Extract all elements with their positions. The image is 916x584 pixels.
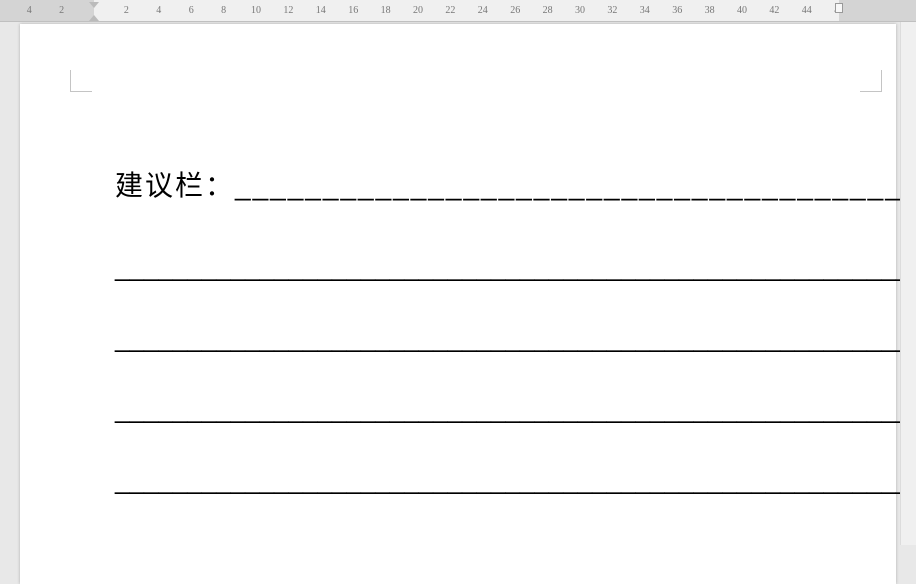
right-margin-marker[interactable] (835, 3, 843, 13)
ruler-tick: 8 (216, 0, 232, 21)
ruler-tick: 22 (442, 0, 458, 21)
ruler-tick: 32 (604, 0, 620, 21)
blank-line[interactable]: ________________________________________… (115, 252, 791, 283)
blank-line[interactable]: ________________________________________… (115, 465, 791, 496)
ruler-tick: 4 (151, 0, 167, 21)
ruler-right-margin (839, 0, 916, 21)
ruler-tick: 28 (540, 0, 556, 21)
ruler-left-margin (0, 0, 94, 21)
horizontal-ruler[interactable]: 4224681012141618202224262830323436384042… (0, 0, 916, 22)
first-line-indent-marker[interactable] (89, 2, 99, 8)
margin-corner-top-left (70, 70, 92, 92)
heading-line[interactable]: 建议栏：____________________________________… (115, 164, 791, 204)
ruler-tick: 42 (766, 0, 782, 21)
ruler-tick: 34 (637, 0, 653, 21)
hanging-indent-marker[interactable] (89, 15, 99, 21)
ruler-tick: 16 (345, 0, 361, 21)
blank-line[interactable]: ________________________________________… (115, 394, 791, 425)
vertical-scrollbar[interactable] (900, 22, 916, 545)
ruler-tick: 4 (21, 0, 37, 21)
ruler-tick: 10 (248, 0, 264, 21)
ruler-tick: 40 (734, 0, 750, 21)
margin-corner-top-right (860, 70, 882, 92)
heading-underline: ________________________________________… (235, 170, 916, 201)
ruler-tick: 2 (54, 0, 70, 21)
ruler-tick: 36 (669, 0, 685, 21)
document-body[interactable]: 建议栏： ____________________________________… (115, 164, 791, 496)
ruler-tick: 18 (378, 0, 394, 21)
ruler-tick: 6 (183, 0, 199, 21)
ruler-tick: 44 (799, 0, 815, 21)
blank-line[interactable]: ________________________________________… (115, 323, 791, 354)
ruler-tick: 38 (702, 0, 718, 21)
document-page[interactable]: 建议栏： ____________________________________… (20, 24, 896, 584)
ruler-tick: 30 (572, 0, 588, 21)
ruler-tick: 12 (280, 0, 296, 21)
ruler-tick: 2 (118, 0, 134, 21)
ruler-tick: 20 (410, 0, 426, 21)
heading-label: 建议栏： (115, 170, 235, 201)
ruler-tick: 14 (313, 0, 329, 21)
workspace-background: 建议栏：____________________________________… (0, 22, 916, 545)
ruler-tick: 26 (507, 0, 523, 21)
ruler-inner: 4224681012141618202224262830323436384042… (0, 0, 916, 21)
ruler-tick: 24 (475, 0, 491, 21)
